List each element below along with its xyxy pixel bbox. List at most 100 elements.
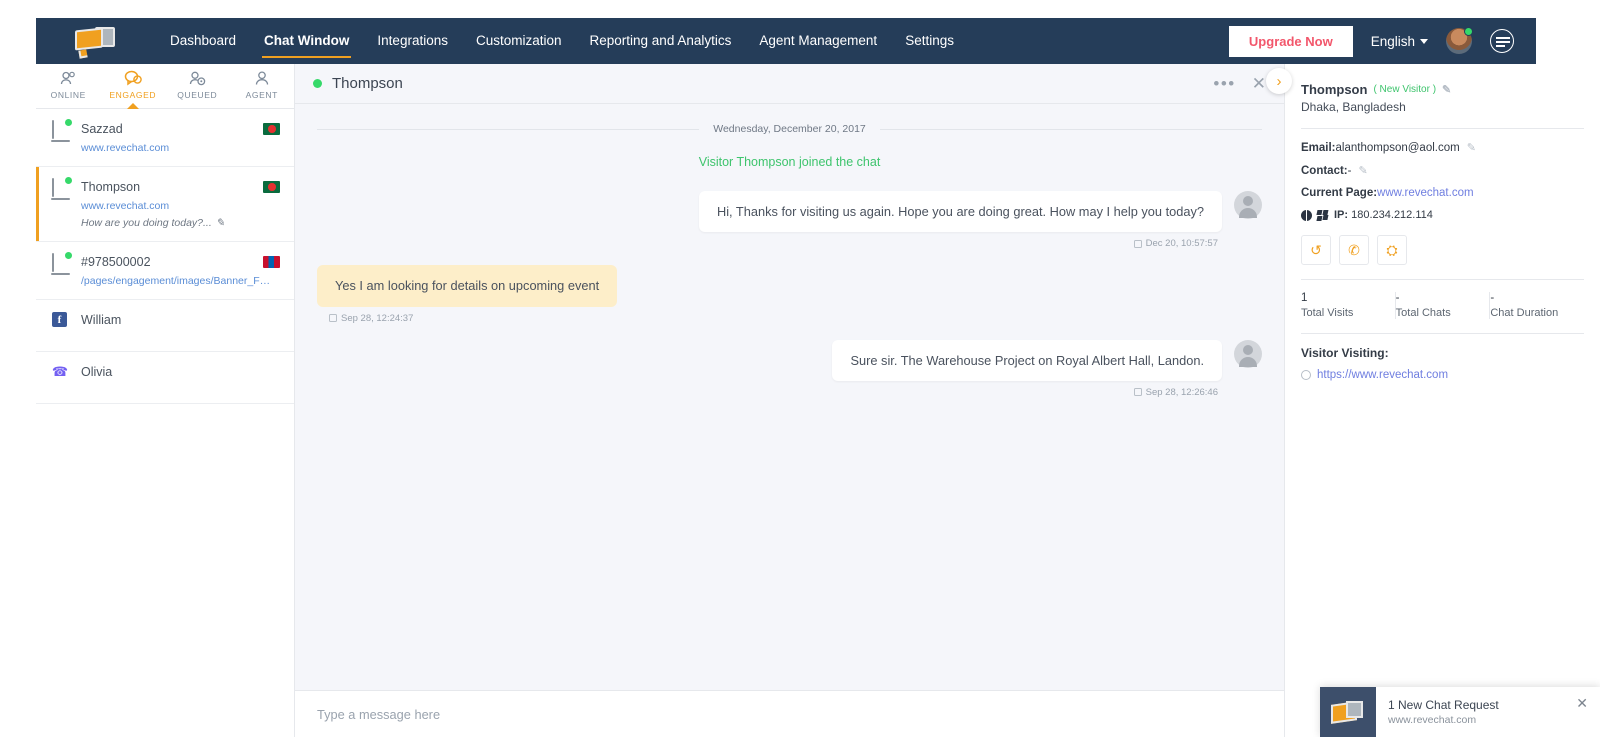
ip-value: 180.234.212.114 [1351, 209, 1433, 221]
panel-divider-3 [1301, 333, 1584, 334]
system-message: Visitor Thompson joined the chat [698, 155, 881, 169]
online-status-dot [1464, 27, 1473, 36]
tag-icon[interactable]: ✆ [1339, 235, 1369, 265]
chat-item-row: ☎ Olivia [52, 364, 280, 380]
toast-close-icon[interactable]: ✕ [1564, 687, 1600, 712]
nav-item-list: Dashboard Chat Window Integrations Customiz… [156, 18, 968, 64]
chat-item-name: William [81, 313, 122, 327]
toast-subtitle: www.revechat.com [1388, 714, 1477, 726]
chat-item-name: #978500002 [81, 255, 151, 269]
chat-item-url[interactable]: www.revechat.com [81, 142, 271, 154]
contact-label: Contact: [1301, 164, 1348, 177]
chat-sidebar: ONLINE ENGAGED QUEUED AGENT Sazzad www.revec… [36, 64, 295, 737]
chat-item-row: #978500002 [52, 252, 280, 272]
sidebar-tab-label: ONLINE [50, 90, 86, 100]
top-navigation-bar: Dashboard Chat Window Integrations Customiz… [36, 18, 1536, 64]
desktop-visitor-icon [52, 119, 74, 139]
stat-label: Chat Duration [1490, 307, 1559, 319]
edit-contact-icon[interactable]: ✎ [1358, 164, 1367, 177]
visitor-visiting-url: https://www.revechat.com [1317, 369, 1449, 381]
sidebar-tab-online[interactable]: ONLINE [36, 64, 101, 108]
user-clock-icon [165, 68, 230, 88]
user-avatar[interactable] [1446, 27, 1473, 54]
desktop-visitor-icon [52, 252, 74, 272]
chat-list-item[interactable]: Thompson www.revechat.com How are you doin… [36, 167, 294, 242]
chat-list-item[interactable]: ☎ Olivia [36, 352, 294, 404]
delivered-icon [1133, 239, 1142, 248]
nav-item-dashboard[interactable]: Dashboard [156, 18, 250, 64]
browser-icon [1301, 209, 1312, 221]
stat-total-chats: - Total Chats [1396, 292, 1491, 319]
sidebar-tab-engaged[interactable]: ENGAGED [101, 64, 166, 109]
panel-collapse-chevron-icon[interactable]: › [1266, 68, 1292, 94]
sidebar-tab-list: ONLINE ENGAGED QUEUED AGENT [36, 64, 294, 109]
delivered-icon [329, 314, 337, 323]
country-flag-icon [263, 123, 280, 135]
chat-item-name: Sazzad [81, 122, 123, 136]
chat-item-preview-text: How are you doing today?... [81, 217, 212, 229]
visitor-ip-row: IP: 180.234.212.114 [1301, 209, 1584, 221]
chat-item-url[interactable]: www.revechat.com [81, 200, 271, 212]
email-value: alanthompson@aol.com [1335, 141, 1460, 154]
chat-history-icon[interactable]: ↺ [1301, 235, 1331, 265]
ip-label: IP: [1334, 209, 1349, 221]
upgrade-now-button[interactable]: Upgrade Now [1228, 25, 1353, 57]
chat-list-item[interactable]: Sazzad www.revechat.com [36, 109, 294, 167]
chat-list-item[interactable]: f William [36, 300, 294, 352]
chat-item-url[interactable]: /pages/engagement/images/Banner_FB_1.j..… [81, 275, 271, 287]
chat-list: Sazzad www.revechat.com Thompson www.revech… [36, 109, 294, 404]
stat-label: Total Visits [1301, 307, 1354, 319]
chat-header-name: Thompson [332, 75, 403, 92]
chat-header: Thompson ••• ✕ [295, 64, 1284, 104]
sidebar-tab-agent[interactable]: AGENT [230, 64, 295, 108]
visitor-name: Thompson [1301, 82, 1368, 97]
page-bullet-icon [1301, 370, 1311, 380]
desktop-visitor-icon [52, 177, 74, 197]
visitor-visiting-row[interactable]: https://www.revechat.com [1301, 369, 1584, 381]
transfer-chat-icon[interactable]: ⛭ [1377, 235, 1407, 265]
chat-item-row: Sazzad [52, 119, 280, 139]
nav-item-settings[interactable]: Settings [891, 18, 968, 64]
current-page-link[interactable]: www.revechat.com [1377, 187, 1474, 199]
visitor-stats: 1 Total Visits - Total Chats - Chat Duration [1301, 292, 1584, 319]
visitor-online-dot [313, 79, 322, 88]
panel-divider [1301, 128, 1584, 129]
nav-item-chat-window[interactable]: Chat Window [250, 18, 363, 64]
users-online-icon [36, 68, 101, 88]
edit-name-icon[interactable]: ✎ [1442, 83, 1451, 96]
brand-logo[interactable] [36, 27, 156, 59]
online-dot-icon [65, 119, 72, 126]
stat-value: - [1490, 292, 1495, 304]
new-chat-request-toast[interactable]: 1 New Chat Request www.revechat.com ✕ [1320, 687, 1600, 737]
chat-item-preview: How are you doing today?... ✎ [81, 217, 280, 229]
sidebar-tab-label: QUEUED [177, 90, 218, 100]
nav-item-customization[interactable]: Customization [462, 18, 576, 64]
timestamp-text: Dec 20, 10:57:57 [1145, 238, 1218, 250]
more-options-icon[interactable]: ••• [1213, 75, 1235, 92]
nav-item-integrations[interactable]: Integrations [363, 18, 462, 64]
close-chat-icon[interactable]: ✕ [1252, 74, 1266, 94]
message-input[interactable] [295, 691, 1284, 737]
viber-icon: ☎ [51, 364, 69, 379]
language-selector[interactable]: English [1371, 34, 1428, 49]
date-divider-label: Wednesday, December 20, 2017 [713, 123, 866, 135]
chat-list-item[interactable]: #978500002/pages/engagement/images/Banne… [36, 242, 294, 300]
sidebar-tab-label: ENGAGED [109, 90, 157, 100]
edit-email-icon[interactable]: ✎ [1467, 141, 1476, 154]
message-list: Wednesday, December 20, 2017 Visitor Tho… [295, 105, 1284, 690]
message-composer [295, 690, 1284, 737]
visitor-visiting-title: Visitor Visiting: [1301, 346, 1389, 360]
country-flag-icon [263, 181, 280, 193]
nav-item-agent-management[interactable]: Agent Management [745, 18, 891, 64]
visitor-location: Dhaka, Bangladesh [1301, 100, 1406, 114]
agent-avatar [1234, 191, 1262, 219]
delivered-icon [1133, 388, 1142, 397]
current-page-label: Current Page: [1301, 187, 1378, 199]
menu-hamburger-icon[interactable] [1490, 29, 1514, 53]
chat-item-name: Olivia [81, 365, 113, 379]
message-bubble: Sure sir. The Warehouse Project on Royal… [832, 339, 1222, 381]
nav-item-reporting-and-analytics[interactable]: Reporting and Analytics [576, 18, 746, 64]
chat-item-name: Thompson [81, 180, 141, 194]
message-bubbles: Hi, Thanks for visiting us again. Hope y… [317, 191, 1262, 398]
sidebar-tab-queued[interactable]: QUEUED [165, 64, 230, 108]
